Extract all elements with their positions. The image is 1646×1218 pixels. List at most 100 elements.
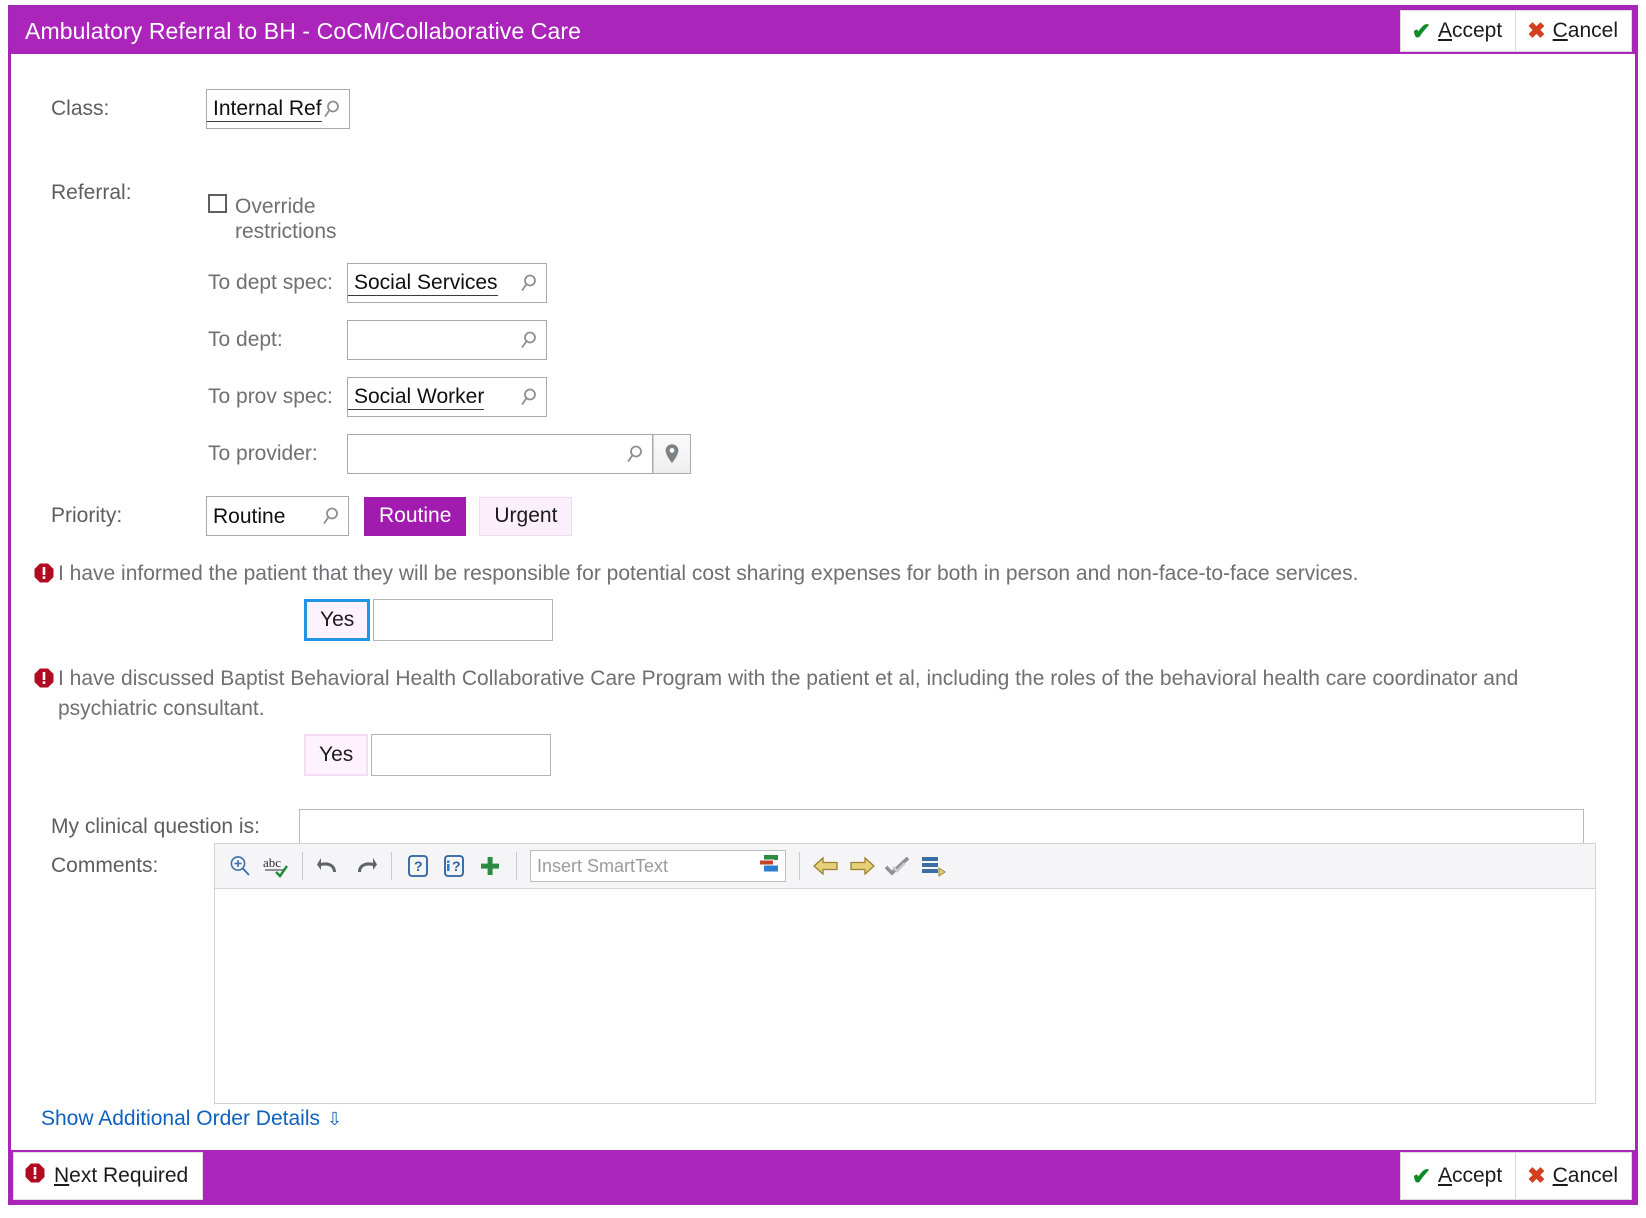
cancel-button[interactable]: ✖ Cancel [1515,10,1632,52]
to-dept-spec-label: To dept spec: [208,271,333,294]
svg-text:?: ? [414,858,423,874]
accept-button[interactable]: ✔ Accept [1399,10,1516,52]
comments-editor: abc ? ? Insert SmartText [214,843,1596,1104]
to-dept-spec-row: To dept spec: Social Services [208,263,547,303]
smartlist-icon[interactable] [917,849,951,883]
required-alert-icon [24,1162,46,1190]
chevron-double-down-icon: ⇩ [326,1108,343,1129]
to-provider-field[interactable] [347,434,653,474]
override-label-line2: restrictions [235,220,337,243]
toolbar-separator [799,852,800,880]
question-1-comment-field[interactable] [373,599,554,641]
show-additional-order-details-label: Show Additional Order Details [41,1107,320,1130]
show-additional-order-details-link[interactable]: Show Additional Order Details ⇩ [41,1107,342,1131]
footer-cancel-label: Cancel [1552,1164,1618,1187]
priority-option-urgent[interactable]: Urgent [479,496,573,536]
toolbar-separator [302,852,303,880]
question-1-text: I have informed the patient that they wi… [58,562,1359,585]
checkmark-icon: ✔ [1411,17,1431,44]
search-icon[interactable] [519,330,539,350]
spellcheck-icon[interactable]: abc [259,849,293,883]
to-dept-spec-field[interactable]: Social Services [347,263,547,303]
to-dept-spec-value: Social Services [348,270,498,296]
svg-text:abc: abc [263,855,281,870]
clinical-question-label: My clinical question is: [51,815,260,838]
override-restrictions-label: Override restrictions [235,194,337,244]
smarttext-list-icon[interactable] [758,854,780,879]
accept-wildcards-icon[interactable] [881,849,915,883]
accept-button-label: Accept [1437,19,1503,42]
to-prov-spec-field[interactable]: Social Worker [347,377,547,417]
dialog-body: Class: Internal Ref Referral: Override r… [11,54,1635,1150]
required-alert-icon [33,562,55,584]
toolbar-separator [391,852,392,880]
class-label: Class: [51,97,110,120]
referral-label: Referral: [51,181,132,204]
toolbar-separator [516,852,517,880]
class-field[interactable]: Internal Ref [206,89,350,129]
dialog-titlebar: Ambulatory Referral to BH - CoCM/Collabo… [11,8,1635,54]
clinical-question-row: My clinical question is: [51,809,1591,845]
comments-textarea[interactable] [215,889,1595,1103]
override-label-line1: Override [235,195,316,218]
redo-icon[interactable] [348,849,382,883]
application-window: Ambulatory Referral to BH - CoCM/Collabo… [0,0,1646,1218]
override-restrictions-row[interactable]: Override restrictions [208,194,337,244]
search-icon[interactable] [321,506,341,526]
footer-spacer [203,1150,1399,1202]
comments-label: Comments: [51,854,159,877]
search-icon[interactable] [519,273,539,293]
comments-toolbar: abc ? ? Insert SmartText [215,844,1595,889]
provider-location-button[interactable] [653,434,691,474]
to-dept-label: To dept: [208,328,283,351]
override-restrictions-checkbox[interactable] [208,194,227,213]
question-icon[interactable]: ? [401,849,435,883]
next-required-button[interactable]: Next Required [13,1152,204,1200]
close-x-icon: ✖ [1527,1163,1546,1188]
add-icon[interactable] [473,849,507,883]
to-dept-field[interactable] [347,320,547,360]
to-prov-spec-row: To prov spec: Social Worker [208,377,547,417]
search-icon[interactable] [519,387,539,407]
question-info-icon[interactable]: ? [437,849,471,883]
search-icon[interactable] [625,444,645,464]
question-2-row: I have discussed Baptist Behavioral Heal… [33,664,1613,724]
zoom-in-icon[interactable] [223,849,257,883]
to-provider-label: To provider: [208,442,318,465]
smarttext-placeholder: Insert SmartText [537,855,669,876]
checkmark-icon: ✔ [1411,1162,1431,1189]
undo-icon[interactable] [312,849,346,883]
priority-option-routine[interactable]: Routine [364,496,467,536]
previous-wildcard-icon[interactable] [809,849,843,883]
to-prov-spec-value: Social Worker [348,384,485,410]
smarttext-input[interactable]: Insert SmartText [530,850,786,882]
order-dialog: Ambulatory Referral to BH - CoCM/Collabo… [8,5,1638,1205]
to-provider-row: To provider: [208,434,691,474]
to-dept-row: To dept: [208,320,547,360]
dialog-footer: Next Required ✔ Accept ✖ Cancel [11,1150,1635,1202]
priority-label: Priority: [51,504,123,527]
question-1-answer-row: Yes [304,599,554,641]
titlebar-spacer [581,8,1400,54]
dialog-title: Ambulatory Referral to BH - CoCM/Collabo… [25,18,582,44]
priority-field[interactable]: Routine [206,496,349,536]
priority-row: Priority: Routine Routine Urgent [51,496,573,536]
clinical-question-input[interactable] [299,809,1584,845]
required-alert-icon [33,667,55,689]
class-value: Internal Ref [207,96,322,122]
question-2-text: I have discussed Baptist Behavioral Heal… [58,667,1519,720]
location-pin-icon [665,444,679,464]
cancel-button-label: Cancel [1552,19,1618,42]
question-2-answer-yes[interactable]: Yes [304,734,369,776]
footer-accept-label: Accept [1437,1164,1503,1187]
question-2-comment-field[interactable] [371,734,552,776]
next-wildcard-icon[interactable] [845,849,879,883]
class-row: Class: Internal Ref [51,89,350,129]
question-1-answer-yes[interactable]: Yes [304,599,371,641]
footer-cancel-button[interactable]: ✖ Cancel [1515,1152,1632,1200]
search-icon[interactable] [322,99,342,119]
close-x-icon: ✖ [1527,18,1546,43]
footer-accept-button[interactable]: ✔ Accept [1399,1152,1516,1200]
priority-value: Routine [213,504,286,528]
svg-text:?: ? [452,858,461,874]
